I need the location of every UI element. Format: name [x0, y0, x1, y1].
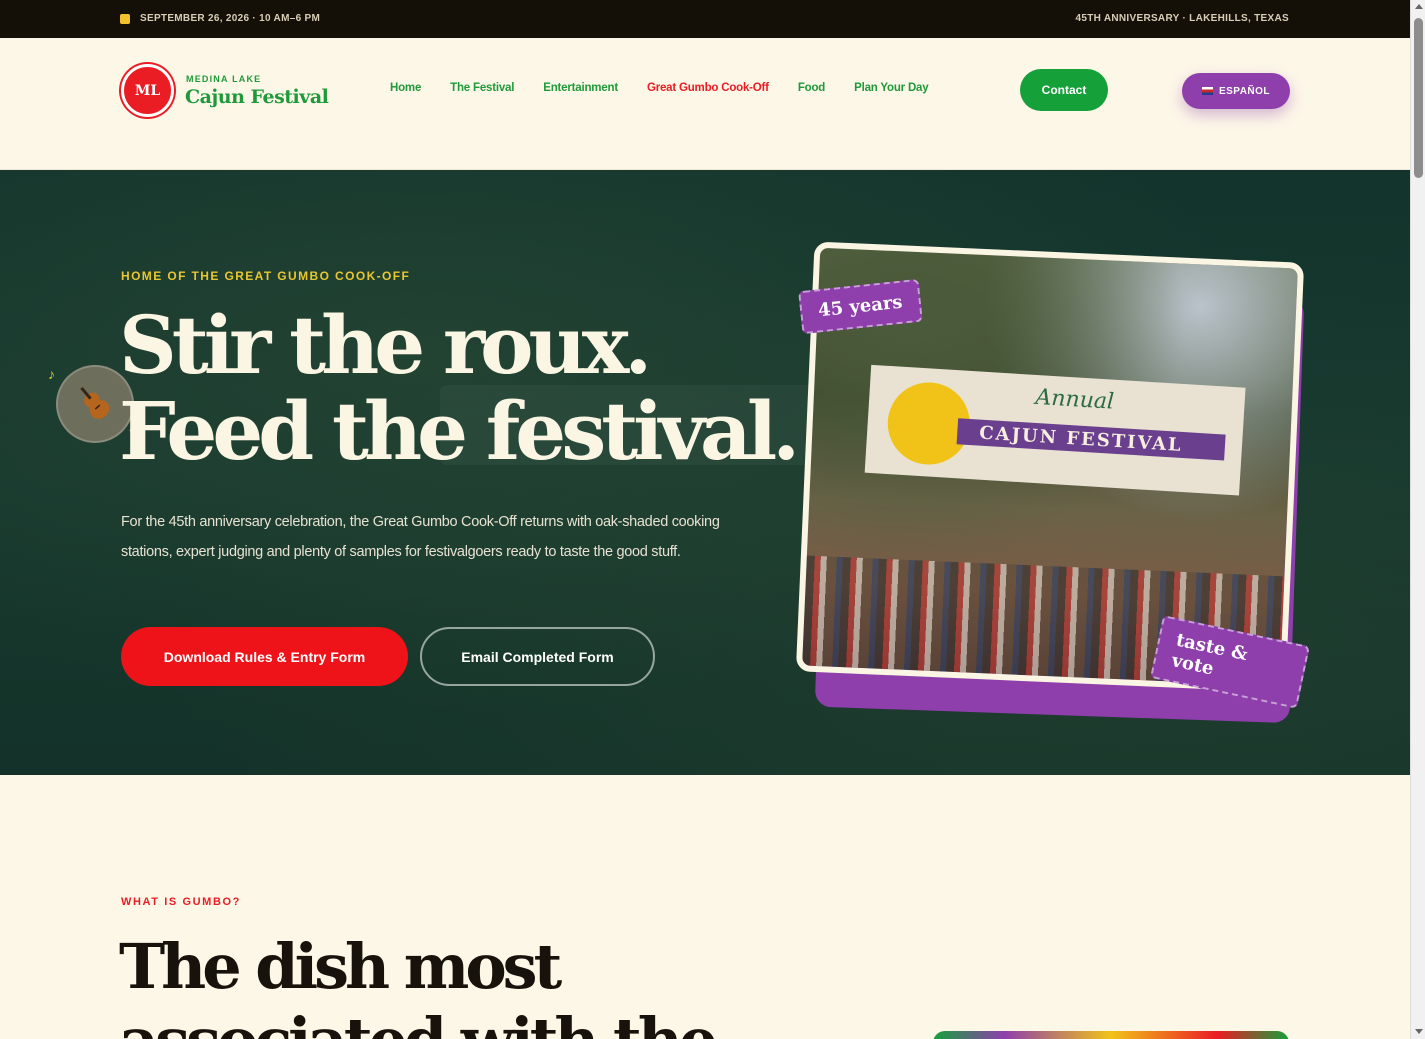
site-header: ML MEDINA LAKE Cajun Festival Home The F… — [0, 38, 1410, 144]
language-label: ESPAÑOL — [1218, 85, 1271, 97]
nav-gumbo-cook-off[interactable]: Great Gumbo Cook-Off — [647, 82, 769, 94]
scroll-up-arrow-icon[interactable] — [1415, 4, 1423, 9]
headline-line-1: Stir the roux. — [119, 298, 652, 392]
download-rules-button[interactable]: Download Rules & Entry Form — [121, 627, 408, 686]
fiddle-icon — [80, 386, 110, 419]
festival-banner: Annual CAJUN FESTIVAL — [864, 364, 1246, 496]
hero-kicker: HOME OF THE GREAT GUMBO COOK-OFF — [121, 269, 411, 283]
language-toggle-button[interactable]: ESPAÑOL — [1182, 73, 1290, 109]
header-spacer — [0, 144, 1410, 170]
contact-button[interactable]: Contact — [1020, 69, 1108, 111]
festival-photo-card: Annual CAJUN FESTIVAL 45 years taste & v… — [795, 241, 1311, 724]
music-note-icon: ♪ — [48, 366, 55, 382]
calendar-icon — [120, 13, 130, 24]
gumbo-section-title: The dish most associated with the — [119, 930, 718, 1039]
logo-badge[interactable]: ML — [121, 64, 174, 117]
headline-line-2: Feed the festival. — [119, 384, 800, 478]
hero-description: For the 45th anniversary celebration, th… — [121, 514, 720, 560]
logo-subtitle[interactable]: MEDINA LAKE — [186, 74, 261, 84]
top-info-bar: SEPTEMBER 26, 2026 · 10 AM–6 PM 45TH ANN… — [0, 0, 1410, 38]
hero-section: ♪ ♫ HOME OF THE GREAT GUMBO COOK-OFF Sti… — [0, 170, 1410, 775]
nav-plan-your-day[interactable]: Plan Your Day — [854, 82, 929, 94]
nav-entertainment[interactable]: Entertainment — [543, 82, 618, 94]
banner-annual-text: Annual — [1034, 384, 1115, 415]
gumbo-section-kicker: WHAT IS GUMBO? — [121, 896, 241, 908]
logo-title[interactable]: Cajun Festival — [185, 86, 329, 108]
scroll-down-arrow-icon[interactable] — [1415, 1029, 1423, 1034]
hero-headline: Stir the roux. Feed the festival. — [119, 302, 800, 474]
nav-the-festival[interactable]: The Festival — [450, 82, 514, 94]
email-form-button[interactable]: Email Completed Form — [420, 627, 655, 686]
page-scrollbar[interactable] — [1410, 0, 1425, 1039]
scrollbar-thumb[interactable] — [1414, 18, 1423, 178]
main-nav: Home The Festival Entertainment Great Gu… — [390, 82, 957, 94]
event-date: SEPTEMBER 26, 2026 · 10 AM–6 PM — [120, 13, 320, 24]
gumbo-info-card — [933, 1031, 1289, 1039]
anniversary-text: 45TH ANNIVERSARY · LAKEHILLS, TEXAS — [1075, 13, 1289, 24]
nav-home[interactable]: Home — [390, 82, 421, 94]
nav-food[interactable]: Food — [798, 82, 826, 94]
event-date-text: SEPTEMBER 26, 2026 · 10 AM–6 PM — [140, 13, 321, 24]
flag-icon — [1201, 87, 1213, 95]
